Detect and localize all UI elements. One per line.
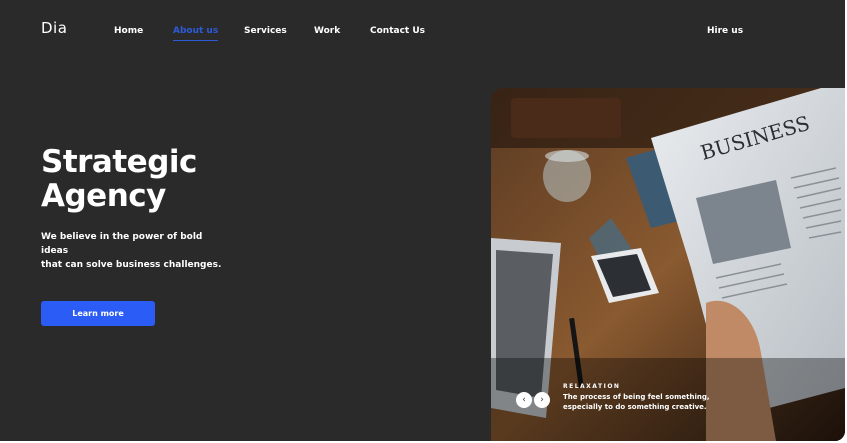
hero-title: Strategic Agency xyxy=(41,145,197,213)
slide-tag: RELAXATION xyxy=(563,383,621,390)
chevron-right-icon: › xyxy=(540,395,544,405)
slider-next-button[interactable]: › xyxy=(534,392,550,408)
slider-prev-button[interactable]: ‹ xyxy=(516,392,532,408)
hero-subtitle-line-1: We believe in the power of bold ideas xyxy=(41,232,203,256)
hire-us-link[interactable]: Hire us xyxy=(707,26,743,36)
learn-more-button[interactable]: Learn more xyxy=(41,301,155,326)
slide-text: The process of being feel something, esp… xyxy=(563,392,743,412)
hero-subtitle: We believe in the power of bold ideas th… xyxy=(41,230,231,272)
nav-item-contact-us[interactable]: Contact Us xyxy=(370,26,425,36)
slide-caption: RELAXATION The process of being feel som… xyxy=(563,383,743,412)
slide-text-line-1: The process of being feel something, xyxy=(563,393,710,401)
hero-title-line-2: Agency xyxy=(41,178,166,214)
hero-subtitle-line-2: that can solve business challenges. xyxy=(41,260,222,270)
page-frame: Dia Home About us Services Work Contact … xyxy=(0,0,845,441)
slide-text-line-2: especially to do something creative. xyxy=(563,403,707,411)
nav-item-about-us[interactable]: About us xyxy=(173,26,219,41)
brand-logo[interactable]: Dia xyxy=(41,19,67,37)
chevron-left-icon: ‹ xyxy=(522,395,526,405)
nav-item-services[interactable]: Services xyxy=(244,26,287,36)
leather-notebook xyxy=(511,98,621,138)
nav-item-work[interactable]: Work xyxy=(314,26,340,36)
nav-item-home[interactable]: Home xyxy=(114,26,143,36)
hero-title-line-1: Strategic xyxy=(41,144,197,180)
